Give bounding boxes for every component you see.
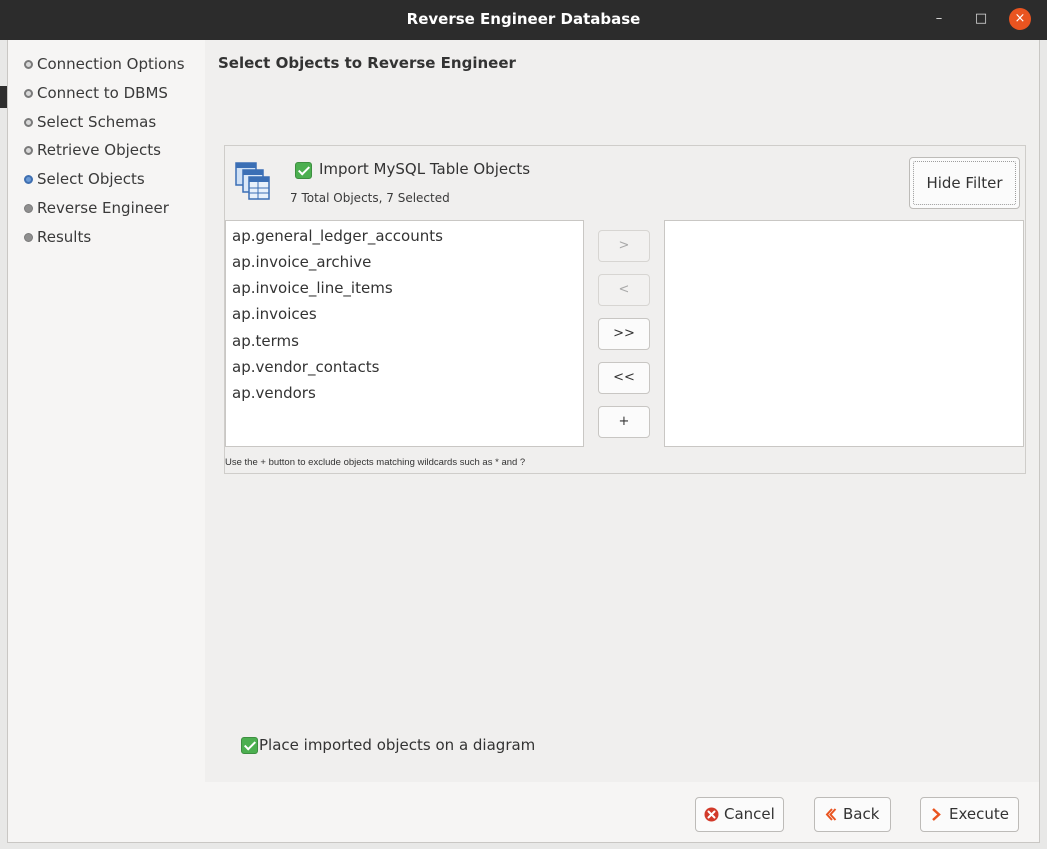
list-item[interactable]: ap.terms (232, 329, 299, 353)
background-fragment (0, 86, 8, 108)
step-connect-to-dbms: Connect to DBMS (24, 83, 168, 103)
step-connection-options: Connection Options (24, 54, 185, 74)
list-item[interactable]: ap.invoices (232, 302, 317, 326)
selection-summary: 7 Total Objects, 7 Selected (290, 191, 450, 205)
step-done-icon (24, 89, 33, 98)
page-title: Select Objects to Reverse Engineer (218, 54, 516, 72)
move-right-button[interactable]: > (598, 230, 650, 262)
list-item[interactable]: ap.general_ledger_accounts (232, 224, 443, 248)
object-filter-panel: Import MySQL Table Objects 7 Total Objec… (224, 145, 1026, 474)
wildcard-hint: Use the + button to exclude objects matc… (225, 457, 526, 468)
step-done-icon (24, 60, 33, 69)
place-on-diagram-label: Place imported objects on a diagram (259, 736, 536, 754)
minimize-button[interactable]: – (928, 8, 950, 30)
step-select-objects: Select Objects (24, 169, 145, 189)
move-left-button[interactable]: < (598, 274, 650, 306)
wizard-steps-sidebar: Connection Options Connect to DBMS Selec… (8, 40, 205, 782)
step-reverse-engineer: Reverse Engineer (24, 198, 169, 218)
execute-button[interactable]: Execute (920, 797, 1019, 832)
list-item[interactable]: ap.invoice_archive (232, 250, 371, 274)
step-done-icon (24, 146, 33, 155)
list-item[interactable]: ap.vendor_contacts (232, 355, 379, 379)
main-content: Select Objects to Reverse Engineer Impor… (205, 40, 1039, 782)
close-button[interactable]: × (1009, 8, 1031, 30)
forward-arrow-icon (932, 808, 941, 821)
dialog-button-bar: Cancel Back Execute (8, 782, 1039, 842)
list-item[interactable]: ap.vendors (232, 381, 316, 405)
step-current-icon (24, 175, 33, 184)
reverse-engineer-dialog: Reverse Engineer Database – □ × Connecti… (0, 0, 1047, 842)
step-done-icon (24, 118, 33, 127)
excluded-objects-list[interactable] (664, 220, 1024, 447)
focus-ring (913, 161, 1016, 205)
hide-filter-button[interactable]: Hide Filter (909, 157, 1020, 209)
maximize-button[interactable]: □ (970, 8, 992, 30)
step-retrieve-objects: Retrieve Objects (24, 140, 161, 160)
step-results: Results (24, 227, 91, 247)
cancel-icon (704, 807, 719, 822)
list-item[interactable]: ap.invoice_line_items (232, 276, 393, 300)
step-select-schemas: Select Schemas (24, 112, 156, 132)
cancel-button[interactable]: Cancel (695, 797, 784, 832)
window-title: Reverse Engineer Database (406, 10, 641, 28)
available-objects-list[interactable]: ap.general_ledger_accounts ap.invoice_ar… (225, 220, 584, 447)
back-arrow-icon (825, 808, 837, 821)
step-pending-icon (24, 204, 33, 213)
step-pending-icon (24, 233, 33, 242)
move-all-right-button[interactable]: >> (598, 318, 650, 350)
import-tables-label: Import MySQL Table Objects (319, 160, 531, 178)
title-bar: Reverse Engineer Database – □ × (0, 0, 1047, 40)
add-exclusion-button[interactable]: + (598, 406, 650, 438)
import-tables-checkbox[interactable] (295, 162, 312, 179)
move-all-left-button[interactable]: << (598, 362, 650, 394)
table-objects-icon (235, 162, 270, 200)
place-on-diagram-checkbox[interactable] (241, 737, 258, 754)
back-button[interactable]: Back (814, 797, 891, 832)
